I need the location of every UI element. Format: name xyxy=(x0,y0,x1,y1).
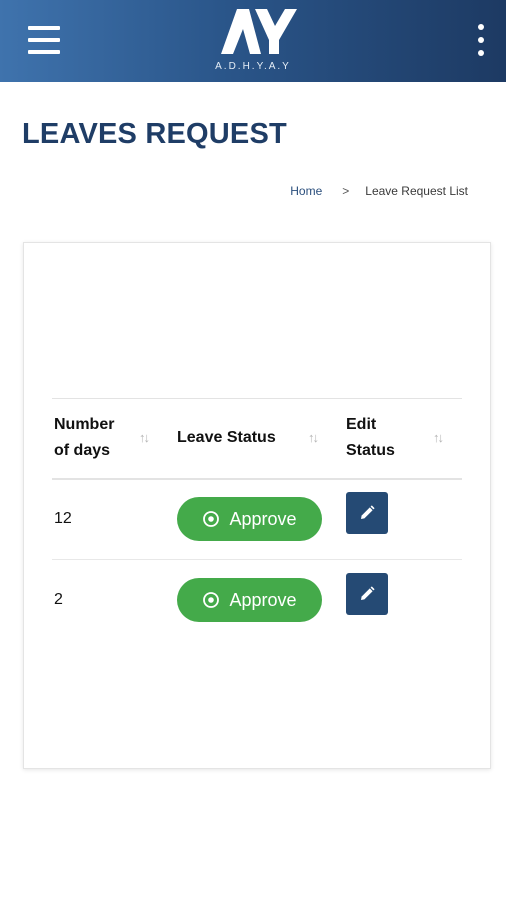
pencil-icon xyxy=(361,505,375,520)
leave-request-card: Number of days ↑↓ Leave Status ↑↓ Edit S… xyxy=(23,242,491,769)
main-content: LEAVES REQUEST Home > Leave Request List… xyxy=(0,82,506,900)
breadcrumb: Home > Leave Request List xyxy=(290,184,468,198)
page-title: LEAVES REQUEST xyxy=(22,118,287,150)
approve-button[interactable]: Approve xyxy=(177,578,322,623)
column-header-label: of days xyxy=(54,442,111,460)
logo-mark xyxy=(221,9,297,54)
column-header-number-of-days[interactable]: Number of days ↑↓ xyxy=(52,399,177,479)
days-cell: 2 xyxy=(54,591,63,609)
sort-icon[interactable]: ↑↓ xyxy=(139,425,150,451)
edit-status-button[interactable] xyxy=(346,573,388,616)
approve-button[interactable]: Approve xyxy=(177,497,322,542)
logo-text: A.D.H.Y.A.Y xyxy=(215,61,291,72)
column-header-label: Edit xyxy=(346,416,377,434)
radio-circle-icon xyxy=(203,592,220,609)
pencil-icon xyxy=(361,586,375,601)
column-header-label: Leave Status xyxy=(177,429,276,447)
top-app-bar: A.D.H.Y.A.Y xyxy=(0,0,506,82)
more-vertical-icon[interactable] xyxy=(474,24,488,56)
leave-request-table: Number of days ↑↓ Leave Status ↑↓ Edit S… xyxy=(52,398,462,641)
edit-cell xyxy=(346,479,462,560)
edit-status-button[interactable] xyxy=(346,492,388,535)
approve-button-label: Approve xyxy=(229,589,297,610)
column-header-edit-status[interactable]: Edit Status ↑↓ xyxy=(346,399,462,479)
column-header-label: Status xyxy=(346,442,395,460)
sort-icon[interactable]: ↑↓ xyxy=(433,425,444,451)
column-header-label: Number xyxy=(54,416,115,434)
approve-button-label: Approve xyxy=(229,508,297,529)
radio-circle-icon xyxy=(203,511,220,528)
breadcrumb-separator: > xyxy=(342,184,350,198)
table-row: 2 Approve xyxy=(52,560,462,641)
table-row: 12 Approve xyxy=(52,479,462,560)
table-header-row: Number of days ↑↓ Leave Status ↑↓ Edit S… xyxy=(52,398,462,479)
column-header-leave-status[interactable]: Leave Status ↑↓ xyxy=(177,399,346,479)
edit-cell xyxy=(346,560,462,641)
status-cell: Approve xyxy=(177,479,346,560)
app-logo[interactable]: A.D.H.Y.A.Y xyxy=(203,4,303,80)
breadcrumb-current: Leave Request List xyxy=(365,184,468,198)
status-cell: Approve xyxy=(177,560,346,641)
breadcrumb-home-link[interactable]: Home xyxy=(290,184,322,198)
hamburger-menu-icon[interactable] xyxy=(28,26,60,54)
sort-icon[interactable]: ↑↓ xyxy=(308,425,319,451)
days-cell: 12 xyxy=(54,510,72,528)
